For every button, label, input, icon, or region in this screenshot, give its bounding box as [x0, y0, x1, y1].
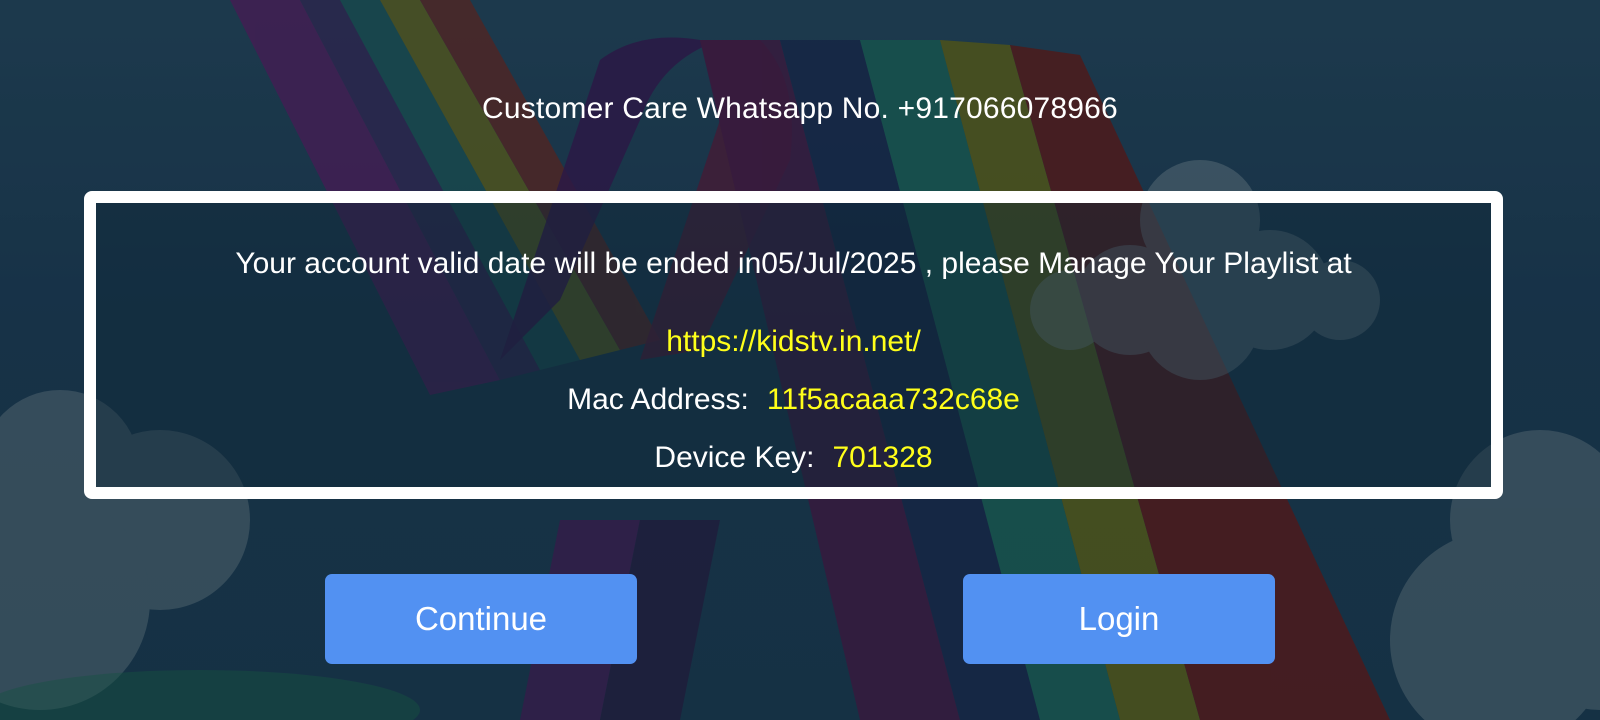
device-key-row: Device Key: 701328 — [96, 441, 1491, 475]
device-key-value: 701328 — [832, 441, 933, 474]
continue-button[interactable]: Continue — [325, 574, 637, 664]
account-expiry-message: Your account valid date will be ended in… — [235, 247, 1352, 280]
mac-address-row: Mac Address: 11f5acaaa732c68e — [96, 383, 1491, 417]
account-info-box: Your account valid date will be ended in… — [84, 191, 1503, 499]
playlist-url: https://kidstv.in.net/ — [666, 325, 921, 358]
mac-address-value: 11f5acaaa732c68e — [766, 383, 1020, 416]
device-key-label: Device Key: — [654, 441, 815, 474]
activation-screen: Customer Care Whatsapp No. +917066078966… — [0, 0, 1600, 720]
login-button[interactable]: Login — [963, 574, 1275, 664]
customer-care-text: Customer Care Whatsapp No. +917066078966 — [482, 92, 1118, 125]
mac-address-label: Mac Address: — [567, 383, 749, 416]
